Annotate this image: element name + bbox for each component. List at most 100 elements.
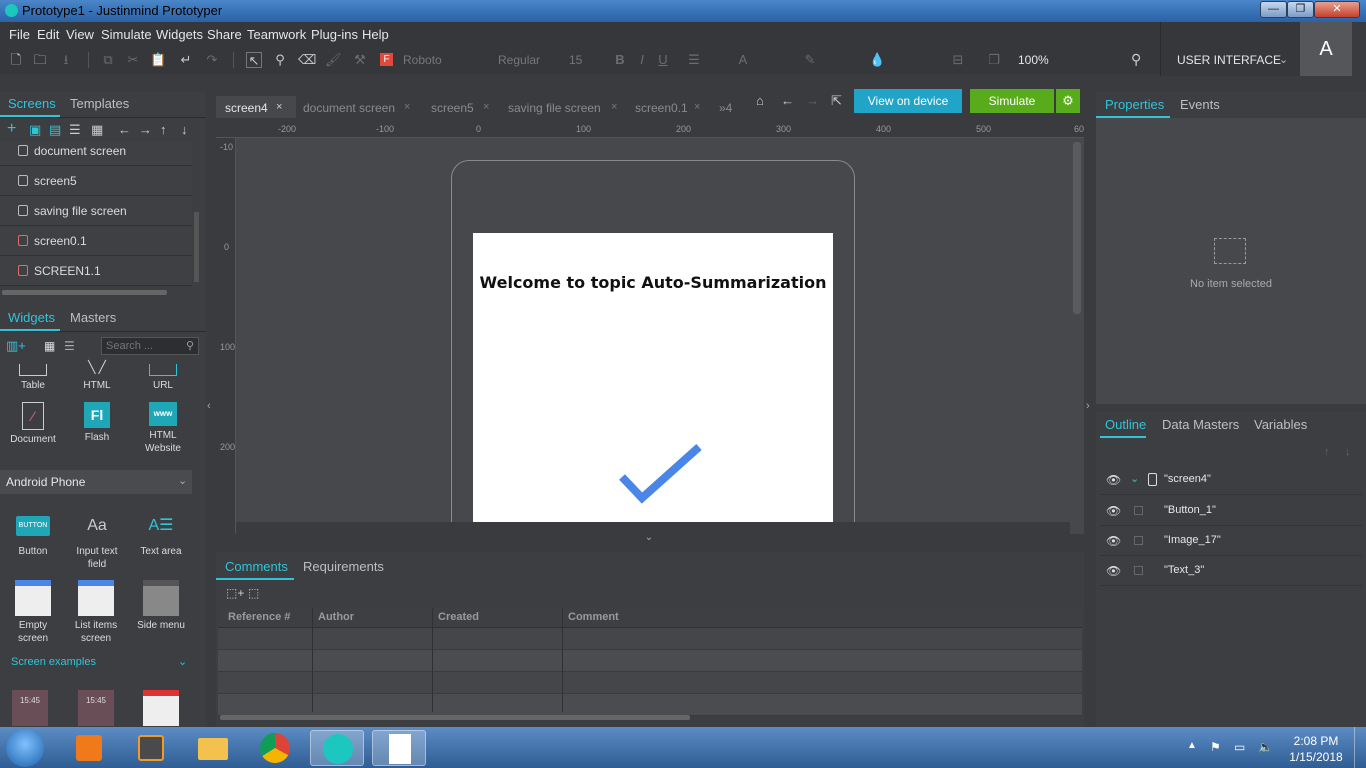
checkmark-icon[interactable]: [617, 443, 707, 509]
chevron-down-icon[interactable]: ⌄: [628, 532, 670, 546]
close-icon[interactable]: ×: [694, 101, 700, 113]
redo-icon[interactable]: ↷: [204, 52, 220, 68]
tab-screen5[interactable]: screen5: [431, 101, 474, 115]
android-phone-section[interactable]: Android Phone ⌄: [0, 470, 192, 494]
outline-item[interactable]: 👁 "Image_17": [1100, 526, 1362, 556]
arrow-down-icon[interactable]: ↓: [181, 122, 188, 137]
copy-icon[interactable]: ⧉: [100, 52, 116, 68]
show-desktop-button[interactable]: [1354, 727, 1366, 768]
grid-view-icon[interactable]: ▦: [91, 122, 103, 138]
close-icon[interactable]: ×: [611, 101, 617, 113]
bold-icon[interactable]: B: [612, 52, 628, 68]
explorer-app[interactable]: [186, 730, 240, 766]
table-row[interactable]: [218, 672, 1082, 694]
widget-empty-screen[interactable]: Empty screen: [0, 580, 66, 645]
open-folder-icon[interactable]: 🗀: [32, 52, 48, 68]
widget-html-website[interactable]: www HTML Website: [130, 402, 196, 455]
menu-edit[interactable]: Edit: [37, 27, 59, 42]
search-input[interactable]: [102, 338, 182, 354]
table-row[interactable]: [218, 650, 1082, 672]
widget-button[interactable]: BUTTON Button: [0, 516, 66, 558]
widget-side-menu[interactable]: Side menu: [128, 580, 194, 632]
tab-saving-file-screen[interactable]: saving file screen: [508, 101, 601, 115]
font-weight-select[interactable]: Regular: [498, 51, 556, 69]
folder-icon[interactable]: ▤: [49, 122, 61, 138]
back-icon[interactable]: ←: [781, 93, 794, 108]
sublime-app[interactable]: [124, 730, 178, 766]
zoom-select[interactable]: 100%: [1018, 51, 1049, 69]
view-on-device-button[interactable]: View on device: [854, 89, 962, 113]
widget-input-text[interactable]: Aa Input text field: [64, 516, 130, 571]
tab-events[interactable]: Events: [1180, 97, 1220, 112]
cut-icon[interactable]: ✂: [125, 52, 141, 68]
list-view-icon[interactable]: ☰: [69, 122, 81, 138]
flag-icon[interactable]: ⚑: [1210, 740, 1221, 754]
example-thumbnail[interactable]: [143, 690, 179, 726]
more-tabs[interactable]: »4: [719, 101, 732, 115]
expand-icon[interactable]: ⇱: [831, 93, 842, 109]
simulate-button[interactable]: Simulate: [970, 89, 1054, 113]
align-objects-icon[interactable]: ⊟: [950, 52, 966, 68]
volume-icon[interactable]: 🔈: [1258, 740, 1273, 754]
widget-list-items-screen[interactable]: List items screen: [63, 580, 129, 645]
widget-flash[interactable]: Fl Flash: [64, 402, 130, 444]
move-up-icon[interactable]: ↑: [1324, 446, 1330, 458]
example-thumbnail[interactable]: 15:45: [12, 690, 48, 726]
grid-view-icon[interactable]: ▦: [44, 339, 55, 353]
library-icon[interactable]: ▥+: [6, 338, 26, 354]
menu-view[interactable]: View: [66, 27, 94, 42]
tab-document-screen[interactable]: document screen: [303, 101, 395, 115]
arrow-up-icon[interactable]: ↑: [160, 122, 167, 137]
close-icon[interactable]: ×: [483, 101, 489, 113]
search-icon[interactable]: ⚲: [1131, 51, 1141, 68]
list-item[interactable]: screen0.1: [0, 226, 192, 256]
save-icon[interactable]: ⭳: [58, 52, 74, 68]
tab-properties[interactable]: Properties: [1105, 97, 1164, 112]
comments-hscrollbar[interactable]: [220, 715, 690, 720]
underline-icon[interactable]: U: [655, 52, 671, 68]
menu-teamwork[interactable]: Teamwork: [247, 27, 306, 42]
fill-color-icon[interactable]: 💧: [869, 52, 885, 68]
menu-plugins[interactable]: Plug-ins: [311, 27, 358, 42]
collapse-left-icon[interactable]: ‹: [207, 400, 211, 412]
tab-screens[interactable]: Screens: [8, 96, 56, 111]
widget-html[interactable]: ╲ ╱ HTML: [64, 361, 130, 392]
close-button[interactable]: ✕: [1314, 1, 1360, 18]
clock[interactable]: 2:08 PM 1/15/2018: [1284, 733, 1348, 765]
home-icon[interactable]: ⌂: [756, 93, 764, 108]
xampp-app[interactable]: [62, 730, 116, 766]
checkbox[interactable]: [1134, 506, 1143, 515]
minimize-button[interactable]: —: [1260, 1, 1287, 18]
eraser-icon[interactable]: ⌫: [298, 52, 316, 68]
move-down-icon[interactable]: ↓: [1345, 446, 1351, 458]
widget-url[interactable]: URL: [130, 364, 196, 392]
column-header[interactable]: Created: [438, 611, 479, 623]
zoom-icon[interactable]: ⚲: [272, 52, 288, 68]
start-button[interactable]: [6, 729, 44, 767]
document-app[interactable]: [372, 730, 426, 766]
new-file-icon[interactable]: 🗋: [8, 52, 24, 68]
screen-canvas[interactable]: Welcome to topic Auto-Summarization: [473, 233, 833, 533]
column-header[interactable]: Comment: [568, 611, 619, 623]
list-view-icon[interactable]: ☰: [64, 339, 75, 353]
tab-comments[interactable]: Comments: [225, 559, 288, 574]
column-header[interactable]: Reference #: [228, 611, 290, 623]
menu-file[interactable]: File: [9, 27, 30, 42]
table-row[interactable]: [218, 628, 1082, 650]
list-item[interactable]: document screen: [0, 142, 192, 166]
checkbox[interactable]: [1134, 536, 1143, 545]
close-icon[interactable]: ×: [404, 101, 410, 113]
canvas-vscrollbar[interactable]: [1073, 142, 1081, 314]
checkbox[interactable]: [1134, 566, 1143, 575]
gear-icon[interactable]: ⚙: [1056, 89, 1080, 113]
tab-masters[interactable]: Masters: [70, 310, 116, 325]
justinmind-app[interactable]: [310, 730, 364, 766]
italic-icon[interactable]: I: [634, 52, 650, 68]
remove-comment-icon[interactable]: ⬚: [248, 586, 259, 600]
eye-icon[interactable]: 👁: [1106, 564, 1121, 578]
tab-screen4[interactable]: screen4: [225, 101, 268, 115]
table-row[interactable]: [218, 694, 1082, 716]
design-canvas[interactable]: -200 -100 0 100 200 300 400 500 60 -10 0…: [216, 118, 1084, 534]
tab-requirements[interactable]: Requirements: [303, 559, 384, 574]
image-icon[interactable]: ▣: [29, 122, 41, 138]
